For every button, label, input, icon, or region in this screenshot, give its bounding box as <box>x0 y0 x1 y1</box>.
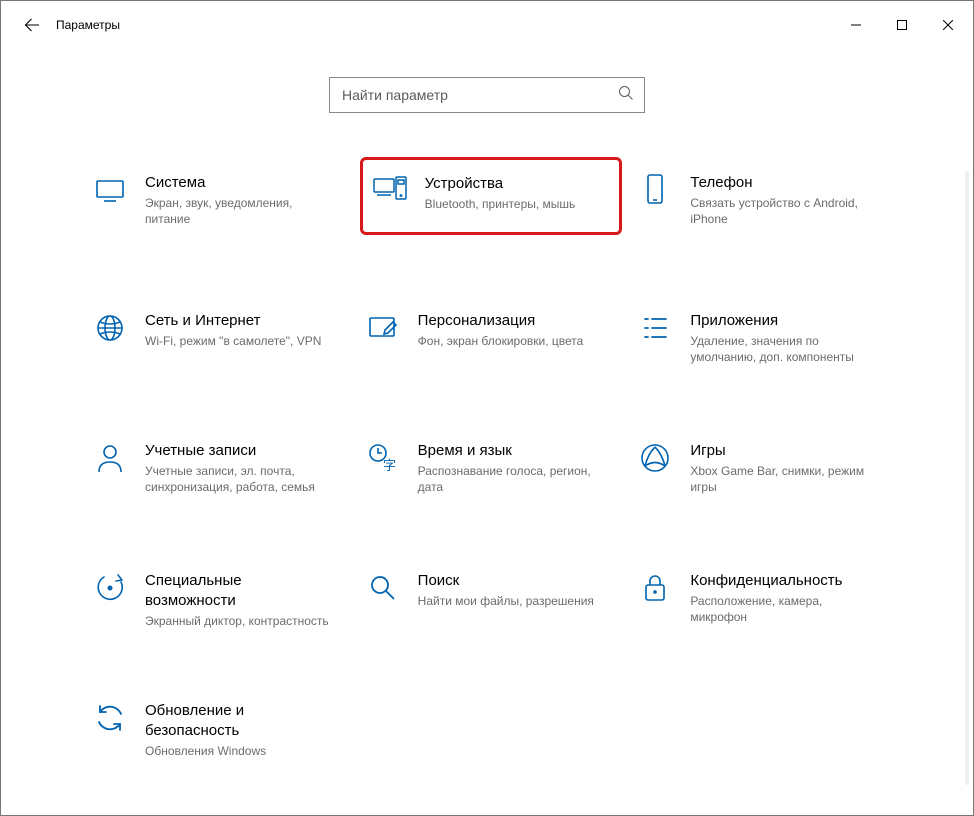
tile-desc: Bluetooth, принтеры, мышь <box>425 196 602 212</box>
tile-title: Конфиденциальность <box>690 571 881 591</box>
tile-desc: Обновления Windows <box>145 743 336 759</box>
title-bar: Параметры <box>1 1 973 49</box>
tile-title: Обновление и безопасность <box>145 701 336 741</box>
phone-icon <box>638 173 672 207</box>
tile-title: Поиск <box>418 571 609 591</box>
close-button[interactable] <box>925 2 971 48</box>
tile-title: Сеть и Интернет <box>145 311 336 331</box>
search-tile-icon <box>366 571 400 605</box>
gaming-icon <box>638 441 672 475</box>
devices-icon <box>373 174 407 208</box>
tile-desc: Учетные записи, эл. почта, синхронизация… <box>145 463 336 495</box>
tile-devices[interactable]: Устройства Bluetooth, принтеры, мышь <box>360 157 623 235</box>
scrollbar[interactable] <box>965 171 969 785</box>
apps-icon <box>638 311 672 345</box>
accounts-icon <box>93 441 127 475</box>
search-input[interactable] <box>342 87 618 103</box>
back-arrow-icon <box>23 16 41 34</box>
tile-desc: Распознавание голоса, регион, дата <box>418 463 609 495</box>
tile-ease[interactable]: Специальные возможности Экранный диктор,… <box>87 567 350 637</box>
search-box[interactable] <box>329 77 645 113</box>
tile-desc: Экранный диктор, контрастность <box>145 613 336 629</box>
tile-search[interactable]: Поиск Найти мои файлы, разрешения <box>360 567 623 637</box>
tile-desc: Расположение, камера, микрофон <box>690 593 881 625</box>
minimize-button[interactable] <box>833 2 879 48</box>
tile-desc: Удаление, значения по умолчанию, доп. ко… <box>690 333 881 365</box>
tile-desc: Экран, звук, уведомления, питание <box>145 195 336 227</box>
privacy-icon <box>638 571 672 605</box>
tile-desc: Фон, экран блокировки, цвета <box>418 333 609 349</box>
search-container <box>1 77 973 113</box>
tile-desc: Wi-Fi, режим "в самолете", VPN <box>145 333 336 349</box>
tile-network[interactable]: Сеть и Интернет Wi-Fi, режим "в самолете… <box>87 307 350 377</box>
tile-title: Приложения <box>690 311 881 331</box>
tile-accounts[interactable]: Учетные записи Учетные записи, эл. почта… <box>87 437 350 507</box>
personalize-icon <box>366 311 400 345</box>
tile-system[interactable]: Система Экран, звук, уведомления, питани… <box>87 169 350 247</box>
tile-title: Игры <box>690 441 881 461</box>
close-icon <box>943 20 953 30</box>
tile-title: Учетные записи <box>145 441 336 461</box>
window-controls <box>833 2 971 48</box>
update-icon <box>93 701 127 735</box>
settings-window: Параметры Система <box>0 0 974 816</box>
network-icon <box>93 311 127 345</box>
settings-grid: Система Экран, звук, уведомления, питани… <box>1 113 973 767</box>
minimize-icon <box>851 20 861 30</box>
tile-title: Устройства <box>425 174 602 194</box>
tile-timelang[interactable]: 字 Время и язык Распознавание голоса, рег… <box>360 437 623 507</box>
tile-title: Время и язык <box>418 441 609 461</box>
tile-gaming[interactable]: Игры Xbox Game Bar, снимки, режим игры <box>632 437 895 507</box>
tile-personalize[interactable]: Персонализация Фон, экран блокировки, цв… <box>360 307 623 377</box>
tile-title: Система <box>145 173 336 193</box>
tile-apps[interactable]: Приложения Удаление, значения по умолчан… <box>632 307 895 377</box>
window-title: Параметры <box>56 18 120 32</box>
timelang-icon: 字 <box>366 441 400 475</box>
tile-title: Телефон <box>690 173 881 193</box>
tile-update[interactable]: Обновление и безопасность Обновления Win… <box>87 697 350 767</box>
tile-title: Специальные возможности <box>145 571 336 611</box>
maximize-icon <box>897 20 907 30</box>
back-button[interactable] <box>14 7 50 43</box>
tile-privacy[interactable]: Конфиденциальность Расположение, камера,… <box>632 567 895 637</box>
tile-title: Персонализация <box>418 311 609 331</box>
tile-phone[interactable]: Телефон Связать устройство с Android, iP… <box>632 169 895 247</box>
tile-desc: Найти мои файлы, разрешения <box>418 593 609 609</box>
ease-icon <box>93 571 127 605</box>
system-icon <box>93 173 127 207</box>
search-icon <box>618 85 634 106</box>
svg-text:字: 字 <box>383 458 396 473</box>
maximize-button[interactable] <box>879 2 925 48</box>
tile-desc: Xbox Game Bar, снимки, режим игры <box>690 463 881 495</box>
tile-desc: Связать устройство с Android, iPhone <box>690 195 881 227</box>
